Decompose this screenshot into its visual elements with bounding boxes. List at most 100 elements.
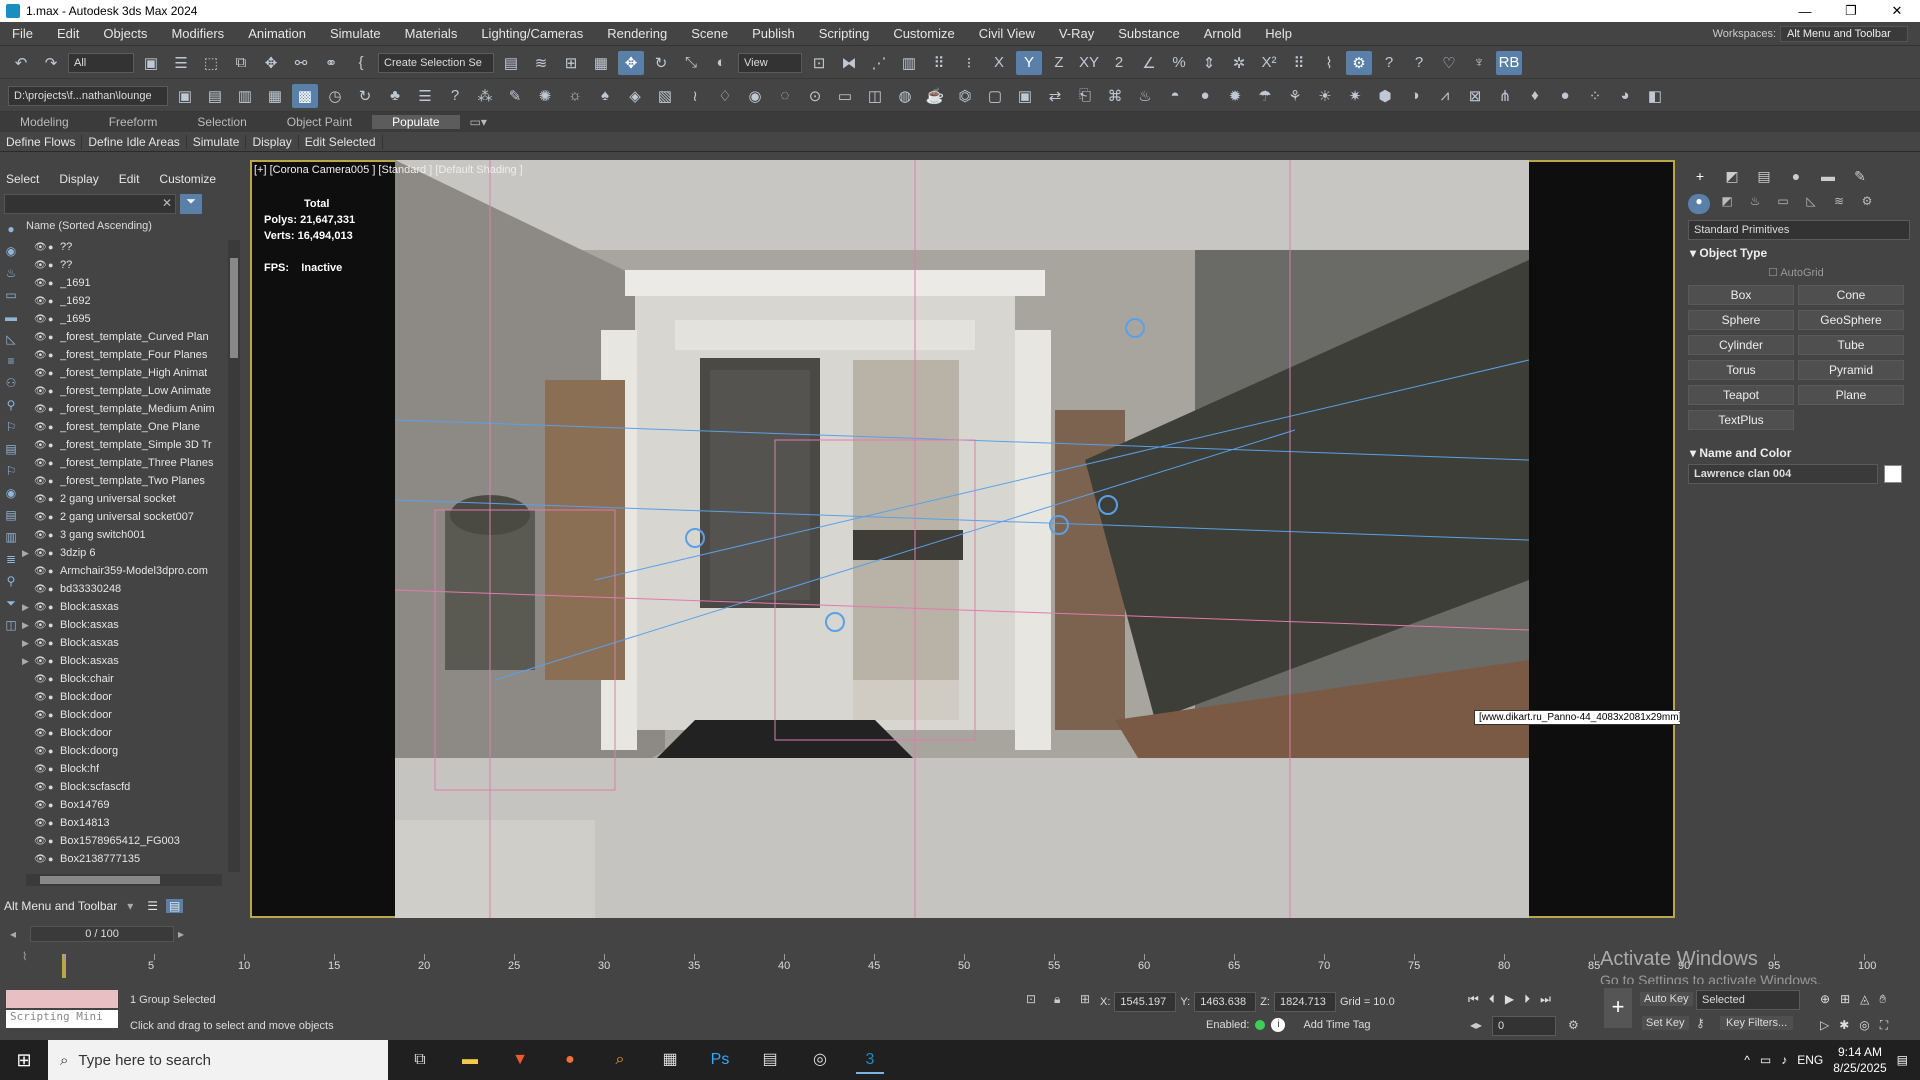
- scatter-icon[interactable]: ⁂: [472, 84, 498, 108]
- scene-list-item[interactable]: 👁︎ ● 2 gang universal socket: [22, 490, 224, 508]
- display-containers-icon[interactable]: ⚐: [3, 420, 19, 438]
- tab-populate[interactable]: Populate: [372, 115, 460, 129]
- scene-list-item[interactable]: 👁︎ ● bd33330248: [22, 580, 224, 598]
- scene-list-item[interactable]: 👁︎ ● Block:door: [22, 724, 224, 742]
- space-warps-icon[interactable]: ≋: [1828, 194, 1850, 214]
- quick-align-icon[interactable]: ⠿: [1286, 51, 1312, 75]
- render-toggle-icon[interactable]: ●: [48, 638, 60, 648]
- pivot-icon[interactable]: ⊡: [806, 51, 832, 75]
- display-geometry-icon[interactable]: ●: [3, 222, 19, 240]
- expand-arrow-icon[interactable]: ▶: [22, 620, 34, 631]
- visibility-eye-icon[interactable]: 👁︎: [34, 296, 48, 307]
- display-helpers-icon[interactable]: ▬: [3, 310, 19, 328]
- menu-scripting[interactable]: Scripting: [807, 26, 882, 41]
- umbrella-icon[interactable]: ☂: [1252, 84, 1278, 108]
- scene-list-item[interactable]: 👁︎ ● _forest_template_Curved Plan: [22, 328, 224, 346]
- render-toggle-icon[interactable]: ●: [48, 422, 60, 432]
- display-hidden-icon[interactable]: ⚐: [3, 464, 19, 482]
- scene-list-item[interactable]: 👁︎ ● _forest_template_Medium Anim: [22, 400, 224, 418]
- visibility-eye-icon[interactable]: 👁︎: [34, 854, 48, 865]
- motion-tab-icon[interactable]: ●: [1784, 168, 1808, 188]
- snap-icon[interactable]: ⋰: [866, 51, 892, 75]
- sparkle-icon[interactable]: ✷: [1342, 84, 1368, 108]
- time-slider-thumb[interactable]: 0 / 100: [30, 926, 175, 942]
- explorer-tab-edit[interactable]: Edit: [119, 172, 140, 186]
- link-icon[interactable]: ⚯: [288, 51, 314, 75]
- edit-selected-button[interactable]: Edit Selected: [299, 134, 383, 149]
- display-cameras-icon[interactable]: ▭: [3, 288, 19, 306]
- object-color-swatch[interactable]: [1884, 465, 1902, 483]
- define-idle-areas-button[interactable]: Define Idle Areas: [82, 134, 187, 149]
- unlink-icon[interactable]: ⚭: [318, 51, 344, 75]
- selection-set-dropdown[interactable]: Create Selection Se: [378, 52, 494, 73]
- shapes-icon[interactable]: ◩: [1716, 194, 1738, 214]
- shader-ball-icon[interactable]: ●: [1552, 84, 1578, 108]
- render-toggle-icon[interactable]: ●: [48, 260, 60, 270]
- scene-list-item[interactable]: 👁︎ ● Box14813: [22, 814, 224, 832]
- select-by-name-icon[interactable]: ☰: [168, 51, 194, 75]
- layer-explorer-icon[interactable]: ≋: [528, 51, 554, 75]
- scene-list-item[interactable]: 👁︎ ● Block:door: [22, 688, 224, 706]
- visibility-eye-icon[interactable]: 👁︎: [34, 332, 48, 343]
- paint-icon[interactable]: ✎: [502, 84, 528, 108]
- scroll-thumb[interactable]: [230, 258, 238, 358]
- display-tab-icon[interactable]: ▬: [1816, 168, 1840, 188]
- list-icon[interactable]: ☰: [412, 84, 438, 108]
- menu-help[interactable]: Help: [1253, 26, 1304, 41]
- set-key-button[interactable]: Set Key: [1642, 1016, 1689, 1030]
- scene-list-item[interactable]: 👁︎ ● Armchair359-Model3dpro.com: [22, 562, 224, 580]
- tab-freeform[interactable]: Freeform: [89, 115, 178, 129]
- systems-icon[interactable]: ⚙: [1856, 194, 1878, 214]
- menu-file[interactable]: File: [0, 26, 45, 41]
- forest-icon[interactable]: ♣: [382, 84, 408, 108]
- render-toggle-icon[interactable]: ●: [48, 512, 60, 522]
- slice-icon[interactable]: ◫: [862, 84, 888, 108]
- modify-tab-icon[interactable]: ◩: [1720, 168, 1744, 188]
- isolate-icon[interactable]: ⊡: [1026, 992, 1036, 1006]
- close-button[interactable]: ✕: [1874, 0, 1920, 22]
- sphere-button[interactable]: Sphere: [1688, 310, 1794, 330]
- menu-animation[interactable]: Animation: [236, 26, 318, 41]
- move-icon[interactable]: ✥: [258, 51, 284, 75]
- scene-list-item[interactable]: 👁︎ ● _1691: [22, 274, 224, 292]
- scene-list-item[interactable]: 👁︎ ● Box1578965412_FG003: [22, 832, 224, 850]
- create-icon[interactable]: ▣: [172, 84, 198, 108]
- visibility-eye-icon[interactable]: 👁︎: [34, 314, 48, 325]
- refresh-icon[interactable]: ↻: [352, 84, 378, 108]
- visibility-eye-icon[interactable]: 👁︎: [34, 260, 48, 271]
- geometry-icon[interactable]: ●: [1688, 194, 1710, 214]
- volume-icon[interactable]: ♪: [1781, 1053, 1787, 1067]
- light-icon[interactable]: ✺: [532, 84, 558, 108]
- explorer-tab-display[interactable]: Display: [59, 172, 98, 186]
- sync-selection-icon[interactable]: ◫: [3, 618, 19, 636]
- autogrid-checkbox[interactable]: ☐ AutoGrid: [1680, 264, 1920, 283]
- menu-edit[interactable]: Edit: [45, 26, 91, 41]
- multi-sphere-icon[interactable]: ⁘: [1582, 84, 1608, 108]
- render-toggle-icon[interactable]: ●: [48, 818, 60, 828]
- define-flows-button[interactable]: Define Flows: [0, 134, 83, 149]
- menu-modifiers[interactable]: Modifiers: [159, 26, 236, 41]
- schematic-icon[interactable]: ⚙: [1346, 50, 1372, 75]
- gear-icon[interactable]: ✹: [1222, 84, 1248, 108]
- camera-icon[interactable]: ◉: [742, 84, 768, 108]
- visibility-eye-icon[interactable]: 👁︎: [34, 818, 48, 829]
- hierarchy-tab-icon[interactable]: ▤: [1752, 168, 1776, 188]
- time-config-icon[interactable]: ⚙: [1568, 1018, 1579, 1032]
- sphere-icon[interactable]: ◍: [892, 84, 918, 108]
- scene-list-item[interactable]: 👁︎ ● _forest_template_Low Animate: [22, 382, 224, 400]
- edit-named-sel-icon[interactable]: ✲: [1226, 51, 1252, 75]
- object-type-rollout-header[interactable]: ▾ Object Type: [1680, 242, 1920, 264]
- pyramid-button[interactable]: Pyramid: [1798, 360, 1904, 380]
- y-coord-input[interactable]: 1463.638: [1194, 992, 1257, 1012]
- plane-icon[interactable]: ▭: [832, 84, 858, 108]
- workspace-bar-label[interactable]: Alt Menu and Toolbar: [4, 899, 117, 913]
- key-filters-button[interactable]: Key Filters...: [1720, 1016, 1794, 1030]
- scene-list-item[interactable]: 👁︎ ● _forest_template_Two Planes: [22, 472, 224, 490]
- rect-selection-icon[interactable]: ⬚: [198, 51, 224, 75]
- menu-publish[interactable]: Publish: [740, 26, 807, 41]
- fur-icon[interactable]: ♢: [712, 84, 738, 108]
- visibility-eye-icon[interactable]: 👁︎: [34, 476, 48, 487]
- dome-icon[interactable]: ◓: [1162, 84, 1188, 108]
- menu-simulate[interactable]: Simulate: [318, 26, 393, 41]
- maximize-button[interactable]: ❐: [1828, 0, 1874, 22]
